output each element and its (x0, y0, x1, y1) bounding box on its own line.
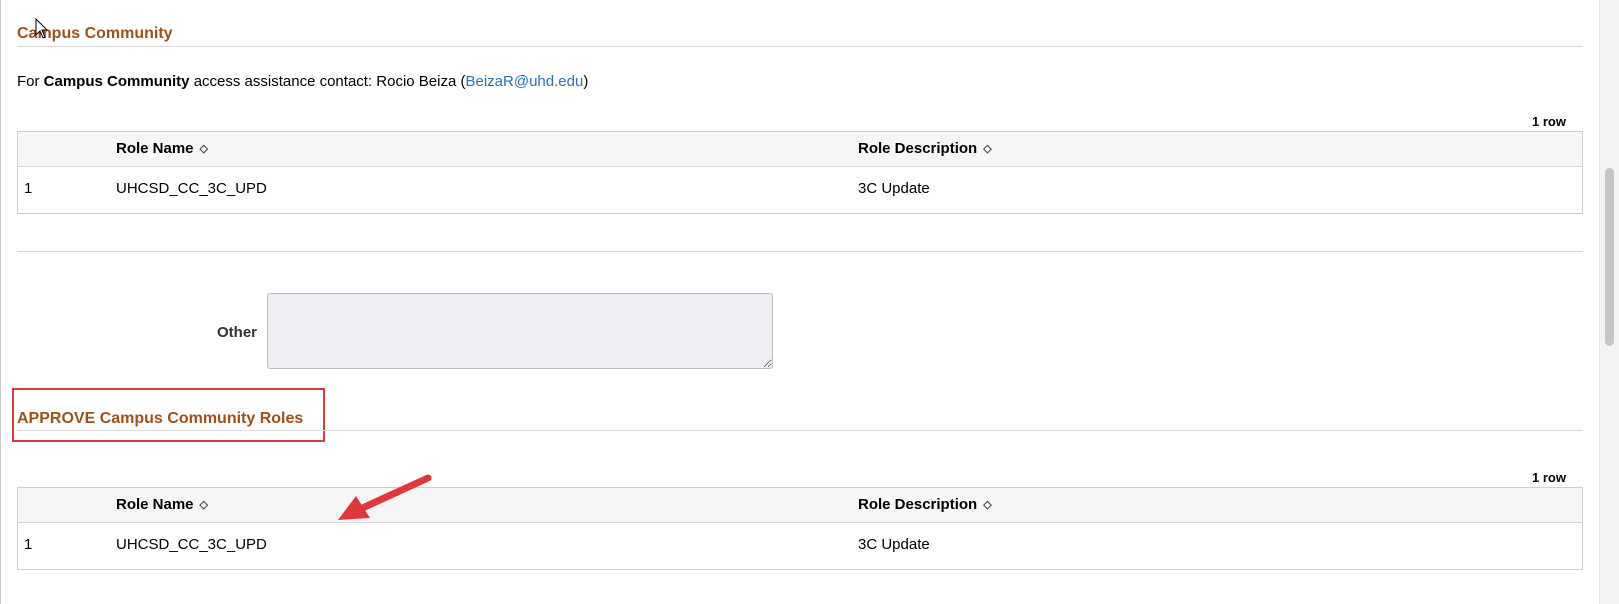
role-name-cell: UHCSD_CC_3C_UPD (116, 536, 267, 553)
left-edge (0, 0, 1, 604)
section-title-approve-roles: APPROVE Campus Community Roles (17, 410, 304, 427)
other-label: Other (217, 324, 258, 341)
contact-mid: access assistance contact: Rocio Beiza ( (189, 73, 466, 90)
table-row: 1 UHCSD_CC_3C_UPD 3C Update (18, 167, 1582, 213)
column-header-role-name[interactable]: Role Name ◇ (116, 132, 208, 166)
sort-icon[interactable]: ◇ (200, 488, 208, 522)
section-divider (17, 46, 1583, 47)
role-description-cell: 3C Update (858, 180, 930, 197)
approve-roles-grid: Role Name ◇ Role Description ◇ 1 UHCSD_CC_… (17, 487, 1583, 570)
page: Campus Community For Campus Community ac… (0, 0, 1600, 604)
row-count: 1 row (1532, 470, 1566, 485)
roles-grid: Role Name ◇ Role Description ◇ 1 UHCSD_CC_… (17, 131, 1583, 214)
row-number: 1 (24, 536, 33, 553)
row-number: 1 (24, 180, 33, 197)
table-row: 1 UHCSD_CC_3C_UPD 3C Update (18, 523, 1582, 569)
other-textarea[interactable] (267, 293, 773, 369)
column-header-label: Role Name (116, 140, 194, 157)
contact-email-link[interactable]: BeizaR@uhd.edu (466, 73, 584, 90)
role-description-cell: 3C Update (858, 536, 930, 553)
column-header-role-name[interactable]: Role Name ◇ (116, 488, 208, 522)
contact-suffix: ) (583, 73, 589, 90)
cursor-icon (35, 18, 49, 39)
column-header-role-description[interactable]: Role Description ◇ (858, 488, 992, 522)
row-count: 1 row (1532, 114, 1566, 129)
section-divider (17, 251, 1583, 252)
sort-icon[interactable]: ◇ (983, 132, 991, 166)
column-header-label: Role Name (116, 496, 194, 513)
role-name-cell: UHCSD_CC_3C_UPD (116, 180, 267, 197)
red-arrow-icon (338, 474, 432, 520)
column-header-label: Role Description (858, 140, 978, 157)
grid-header: Role Name ◇ Role Description ◇ (18, 488, 1582, 523)
column-header-label: Role Description (858, 496, 978, 513)
sort-icon[interactable]: ◇ (983, 488, 991, 522)
contact-bold: Campus Community (43, 73, 190, 90)
grid-header: Role Name ◇ Role Description ◇ (18, 132, 1582, 167)
section-divider (17, 430, 1583, 431)
sort-icon[interactable]: ◇ (200, 132, 208, 166)
column-header-role-description[interactable]: Role Description ◇ (858, 132, 992, 166)
contact-prefix: For (17, 73, 44, 90)
scrollbar-thumb[interactable] (1605, 168, 1614, 346)
vertical-scrollbar[interactable] (1599, 0, 1619, 604)
contact-line: For Campus Community access assistance c… (17, 73, 588, 90)
